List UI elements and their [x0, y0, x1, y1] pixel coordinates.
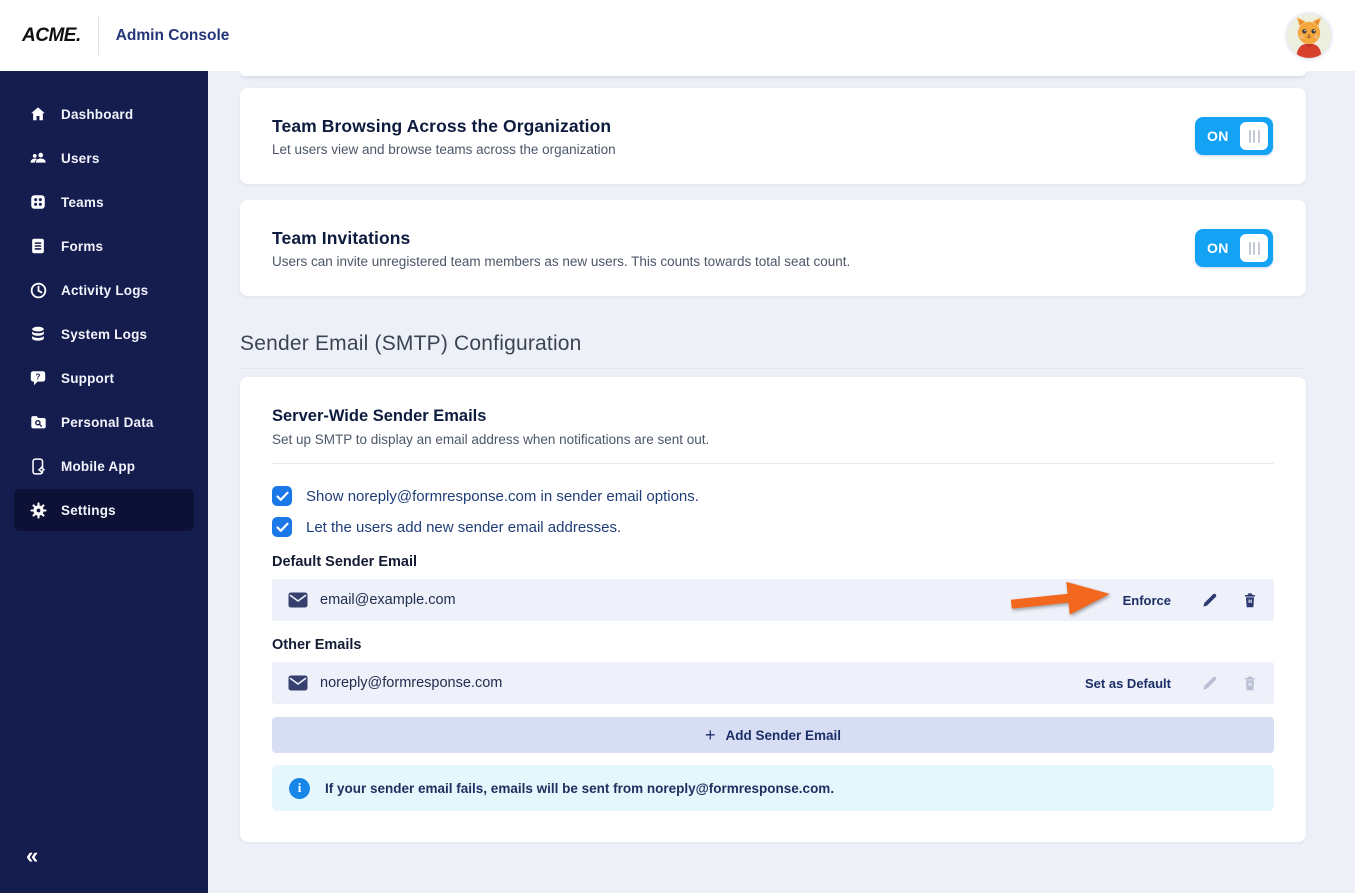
- sidebar-item-activity-logs[interactable]: Activity Logs: [14, 269, 194, 311]
- checkbox-checked-icon[interactable]: [272, 517, 292, 537]
- folder-search-icon: [28, 412, 48, 432]
- smtp-card-title: Server-Wide Sender Emails: [272, 407, 487, 425]
- default-sender-email-label: Default Sender Email: [272, 554, 418, 570]
- sender-email-info-banner: i If your sender email fails, emails wil…: [272, 765, 1274, 811]
- sidebar-item-dashboard[interactable]: Dashboard: [14, 93, 194, 135]
- info-banner-text: If your sender email fails, emails will …: [325, 780, 835, 796]
- acme-logo: ACME.: [22, 24, 81, 46]
- envelope-icon: [288, 592, 308, 608]
- sidebar-collapse-icon[interactable]: «: [26, 845, 38, 867]
- other-email-row: noreply@formresponse.com Set as Default: [272, 662, 1274, 704]
- card-divider: [272, 463, 1274, 464]
- sidebar-item-forms[interactable]: Forms: [14, 225, 194, 267]
- envelope-icon: [288, 675, 308, 691]
- team-invitations-toggle[interactable]: ON: [1195, 229, 1273, 267]
- database-icon: [28, 324, 48, 344]
- sidebar-item-label: Settings: [61, 502, 116, 518]
- sidebar: Dashboard Users Teams Forms Activity Log…: [0, 71, 208, 893]
- add-sender-email-label: Add Sender Email: [725, 727, 842, 743]
- main-content: Team Browsing Across the Organization Le…: [208, 71, 1355, 893]
- toggle-handle: [1240, 122, 1268, 150]
- top-header: ACME. Admin Console: [0, 0, 1355, 71]
- form-document-icon: [28, 236, 48, 256]
- sidebar-item-users[interactable]: Users: [14, 137, 194, 179]
- email-address: noreply@formresponse.com: [320, 675, 503, 691]
- edit-pencil-icon[interactable]: [1201, 592, 1218, 609]
- sidebar-item-label: Personal Data: [61, 414, 154, 430]
- setting-card-team-invitations: Team Invitations Users can invite unregi…: [240, 200, 1306, 296]
- sidebar-item-personal-data[interactable]: Personal Data: [14, 401, 194, 443]
- smtp-settings-card: Server-Wide Sender Emails Set up SMTP to…: [240, 377, 1306, 842]
- setting-title: Team Invitations: [272, 227, 411, 248]
- sidebar-item-teams[interactable]: Teams: [14, 181, 194, 223]
- checkbox-row-show-noreply[interactable]: Show noreply@formresponse.com in sender …: [272, 486, 1274, 506]
- smtp-section-heading: Sender Email (SMTP) Configuration: [240, 332, 1306, 369]
- sidebar-item-label: Support: [61, 370, 115, 386]
- toggle-handle: [1240, 234, 1268, 262]
- set-as-default-link[interactable]: Set as Default: [1085, 676, 1171, 691]
- checkbox-label: Let the users add new sender email addre…: [306, 518, 622, 536]
- sidebar-item-label: Dashboard: [61, 106, 134, 122]
- checkbox-checked-icon[interactable]: [272, 486, 292, 506]
- gear-icon: [28, 500, 48, 520]
- toggle-on-label: ON: [1207, 128, 1229, 144]
- smtp-card-description: Set up SMTP to display an email address …: [272, 432, 710, 447]
- user-avatar[interactable]: [1286, 12, 1332, 59]
- sidebar-item-label: Forms: [61, 238, 104, 254]
- mobile-phone-icon: [28, 456, 48, 476]
- clock-icon: [28, 280, 48, 300]
- team-browsing-toggle[interactable]: ON: [1195, 117, 1273, 155]
- sidebar-item-system-logs[interactable]: System Logs: [14, 313, 194, 355]
- other-emails-label: Other Emails: [272, 637, 362, 653]
- email-address: email@example.com: [320, 592, 456, 608]
- partial-card-above: [240, 71, 1306, 76]
- setting-card-team-browsing: Team Browsing Across the Organization Le…: [240, 88, 1306, 184]
- help-bubble-icon: ?: [28, 368, 48, 388]
- checkbox-label: Show noreply@formresponse.com in sender …: [306, 487, 699, 505]
- info-icon: i: [289, 777, 310, 799]
- sidebar-item-settings[interactable]: Settings: [14, 489, 194, 531]
- app-title: Admin Console: [115, 26, 230, 44]
- svg-text:?: ?: [36, 372, 41, 381]
- setting-description: Users can invite unregistered team membe…: [272, 253, 851, 269]
- sidebar-item-support[interactable]: ? Support: [14, 357, 194, 399]
- sidebar-item-label: Users: [61, 150, 100, 166]
- home-icon: [28, 104, 48, 124]
- teams-grid-icon: [28, 192, 48, 212]
- users-icon: [28, 148, 48, 168]
- toggle-on-label: ON: [1207, 240, 1229, 256]
- enforce-link[interactable]: Enforce: [1123, 593, 1171, 608]
- add-sender-email-button[interactable]: + Add Sender Email: [272, 717, 1274, 753]
- sidebar-item-label: Mobile App: [61, 458, 136, 474]
- checkbox-row-let-users-add[interactable]: Let the users add new sender email addre…: [272, 517, 1274, 537]
- delete-trash-icon[interactable]: [1242, 592, 1258, 609]
- sidebar-item-label: Teams: [61, 194, 104, 210]
- edit-pencil-icon-disabled[interactable]: [1201, 675, 1218, 692]
- sidebar-item-label: System Logs: [61, 326, 148, 342]
- plus-icon: +: [704, 725, 716, 745]
- default-email-row: email@example.com Enforce: [272, 579, 1274, 621]
- sidebar-item-mobile-app[interactable]: Mobile App: [14, 445, 194, 487]
- delete-trash-icon-disabled[interactable]: [1242, 675, 1258, 692]
- header-divider: [97, 16, 99, 55]
- cat-avatar-icon: [1287, 13, 1331, 58]
- setting-title: Team Browsing Across the Organization: [272, 115, 612, 136]
- setting-description: Let users view and browse teams across t…: [272, 141, 616, 157]
- sidebar-item-label: Activity Logs: [61, 282, 149, 298]
